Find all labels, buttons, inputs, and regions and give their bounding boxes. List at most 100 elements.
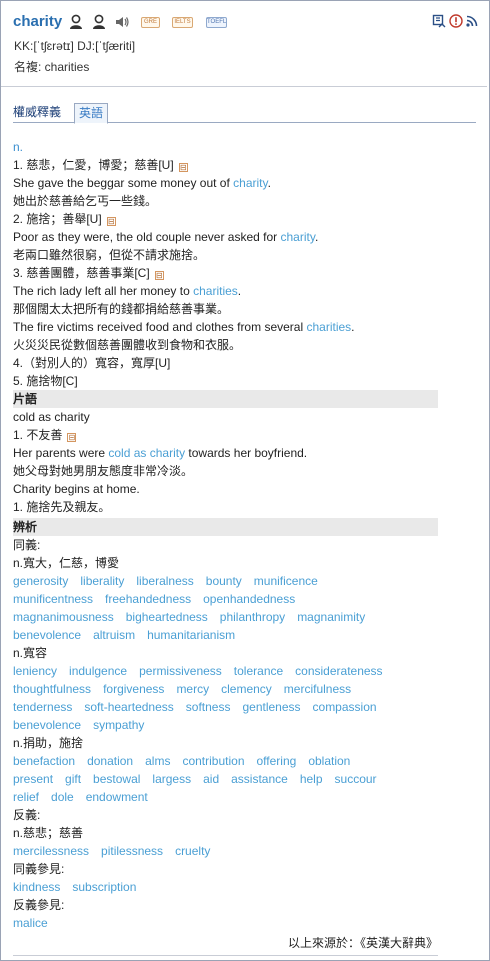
word-link[interactable]: munificentness bbox=[13, 592, 93, 606]
word-link[interactable]: magnanimousness bbox=[13, 610, 114, 624]
us-pronunciation-icon[interactable] bbox=[68, 14, 84, 30]
sense-group-label: n.捐助，施捨 bbox=[13, 736, 84, 750]
word-link-row: benefaction donation alms contribution offer… bbox=[13, 752, 473, 770]
part-of-speech: n. bbox=[13, 140, 24, 154]
word-link[interactable]: endowment bbox=[86, 790, 148, 804]
phrase: Charity begins at home. bbox=[13, 482, 140, 496]
word-link[interactable]: relief bbox=[13, 790, 39, 804]
speaker-icon[interactable] bbox=[114, 14, 130, 30]
word-link[interactable]: oblation bbox=[308, 754, 350, 768]
see-also-synonym-label: 同義參見: bbox=[13, 862, 65, 876]
example-zh: 那個闊太太把所有的錢都捐給慈善事業。 bbox=[13, 302, 230, 316]
tab-bar: 權威釋義 英語 bbox=[13, 103, 476, 124]
word-link[interactable]: bestowal bbox=[93, 772, 140, 786]
word-link-row: tenderness soft-heartedness softness gentle… bbox=[13, 698, 473, 716]
word-link[interactable]: benevolence bbox=[13, 718, 81, 732]
word-link[interactable]: mercy bbox=[176, 682, 209, 696]
synonym-groups: n.寬大，仁慈，博愛 generosity liberality liberalnes… bbox=[13, 554, 473, 806]
word-link[interactable]: openhandedness bbox=[203, 592, 295, 606]
headword: charity bbox=[13, 13, 63, 30]
word-link[interactable]: assistance bbox=[231, 772, 288, 786]
word-link[interactable]: philanthropy bbox=[220, 610, 285, 624]
rss-icon[interactable] bbox=[465, 14, 479, 28]
word-link[interactable]: compassion bbox=[313, 700, 377, 714]
word-link[interactable]: dole bbox=[51, 790, 74, 804]
word-link[interactable]: liberality bbox=[80, 574, 124, 588]
collapse-icon[interactable]: ⊟ bbox=[67, 433, 77, 442]
word-link[interactable]: malice bbox=[13, 916, 48, 930]
word-link[interactable]: aid bbox=[203, 772, 219, 786]
word-link[interactable]: subscription bbox=[72, 880, 136, 894]
word-link[interactable]: generosity bbox=[13, 574, 68, 588]
word-link-row: present gift bestowal largess aid assistance h… bbox=[13, 770, 473, 788]
word-link[interactable]: bigheartedness bbox=[126, 610, 208, 624]
word-link[interactable]: mercifulness bbox=[284, 682, 351, 696]
phrase-definition: 1. 不友善 ⊟ bbox=[13, 428, 77, 442]
tab-authoritative[interactable]: 權威釋義 bbox=[13, 103, 61, 123]
word-link[interactable]: indulgence bbox=[69, 664, 127, 678]
sense-definition: 2. 施捨；善舉[U] ⊟ bbox=[13, 212, 116, 226]
example-en: Poor as they were, the old couple never … bbox=[13, 230, 319, 244]
uk-pronunciation-icon[interactable] bbox=[91, 14, 107, 30]
wordbook-icon[interactable] bbox=[432, 14, 446, 28]
word-link[interactable]: humanitarianism bbox=[147, 628, 235, 642]
word-link[interactable]: permissiveness bbox=[139, 664, 222, 678]
see-also-synonym-links: kindness subscription bbox=[13, 878, 473, 896]
word-link[interactable]: altruism bbox=[93, 628, 135, 642]
report-error-icon[interactable] bbox=[449, 14, 463, 28]
synonym-label: 同義: bbox=[13, 538, 41, 552]
word-link[interactable]: mercilessness bbox=[13, 844, 89, 858]
word-link[interactable]: help bbox=[300, 772, 323, 786]
word-link-row: benevolence altruism humanitarianism bbox=[13, 626, 473, 644]
word-link-row: munificentness freehandedness openhandedne… bbox=[13, 590, 473, 608]
word-link-row: generosity liberality liberalness bounty mun… bbox=[13, 572, 473, 590]
word-link[interactable]: succour bbox=[335, 772, 377, 786]
word-link[interactable]: largess bbox=[152, 772, 191, 786]
word-link[interactable]: bounty bbox=[206, 574, 242, 588]
example-zh: 老兩口雖然很窮，但從不請求施捨。 bbox=[13, 248, 206, 262]
example-zh: 她父母對她男朋友態度非常冷淡。 bbox=[13, 464, 194, 478]
word-link[interactable]: cruelty bbox=[175, 844, 210, 858]
word-link[interactable]: present bbox=[13, 772, 53, 786]
collapse-icon[interactable]: ⊟ bbox=[106, 217, 116, 226]
word-link[interactable]: soft-heartedness bbox=[84, 700, 173, 714]
word-link[interactable]: offering bbox=[257, 754, 297, 768]
word-link[interactable]: donation bbox=[87, 754, 133, 768]
word-link[interactable]: tolerance bbox=[234, 664, 283, 678]
word-link-row: magnanimousness bigheartedness philanthrop… bbox=[13, 608, 473, 626]
word-link[interactable]: softness bbox=[186, 700, 231, 714]
word-link[interactable]: considerateness bbox=[295, 664, 382, 678]
word-link[interactable]: benefaction bbox=[13, 754, 75, 768]
word-link[interactable]: sympathy bbox=[93, 718, 144, 732]
gre-badge: GRE bbox=[141, 17, 160, 28]
antonym-label: 反義: bbox=[13, 808, 41, 822]
collapse-icon[interactable]: ⊟ bbox=[178, 163, 188, 172]
tab-english[interactable]: 英語 bbox=[74, 103, 109, 124]
pronunciation: KK:[ˈtʃɛrətɪ] DJ:[ˈtʃæriti] bbox=[14, 39, 136, 53]
word-link[interactable]: forgiveness bbox=[103, 682, 164, 696]
word-link[interactable]: freehandedness bbox=[105, 592, 191, 606]
word-link[interactable]: gift bbox=[65, 772, 81, 786]
word-link[interactable]: clemency bbox=[221, 682, 272, 696]
collapse-icon[interactable]: ⊟ bbox=[154, 271, 164, 280]
phrase: cold as charity bbox=[13, 410, 90, 424]
word-link[interactable]: tenderness bbox=[13, 700, 72, 714]
word-header: charity GRE IELTS TOEFL KK:[ˈtʃɛrətɪ] DJ… bbox=[1, 1, 487, 87]
word-link[interactable]: liberalness bbox=[136, 574, 193, 588]
analysis-heading: 辨析 bbox=[13, 518, 438, 536]
word-link[interactable]: pitilessness bbox=[101, 844, 163, 858]
phrases-heading: 片語 bbox=[13, 390, 438, 408]
word-link[interactable]: benevolence bbox=[13, 628, 81, 642]
word-link[interactable]: kindness bbox=[13, 880, 60, 894]
word-link[interactable]: thoughtfulness bbox=[13, 682, 91, 696]
sense-group-label: n.慈悲；慈善 bbox=[13, 826, 84, 840]
word-link[interactable]: gentleness bbox=[242, 700, 300, 714]
toefl-badge: TOEFL bbox=[206, 17, 227, 28]
word-link[interactable]: magnanimity bbox=[297, 610, 365, 624]
word-link[interactable]: leniency bbox=[13, 664, 57, 678]
example-zh: 火災災民從數個慈善團體收到食物和衣服。 bbox=[13, 338, 242, 352]
word-link[interactable]: contribution bbox=[182, 754, 244, 768]
word-link-row: thoughtfulness forgiveness mercy clemency me… bbox=[13, 680, 473, 698]
word-link[interactable]: munificence bbox=[254, 574, 318, 588]
word-link[interactable]: alms bbox=[145, 754, 170, 768]
